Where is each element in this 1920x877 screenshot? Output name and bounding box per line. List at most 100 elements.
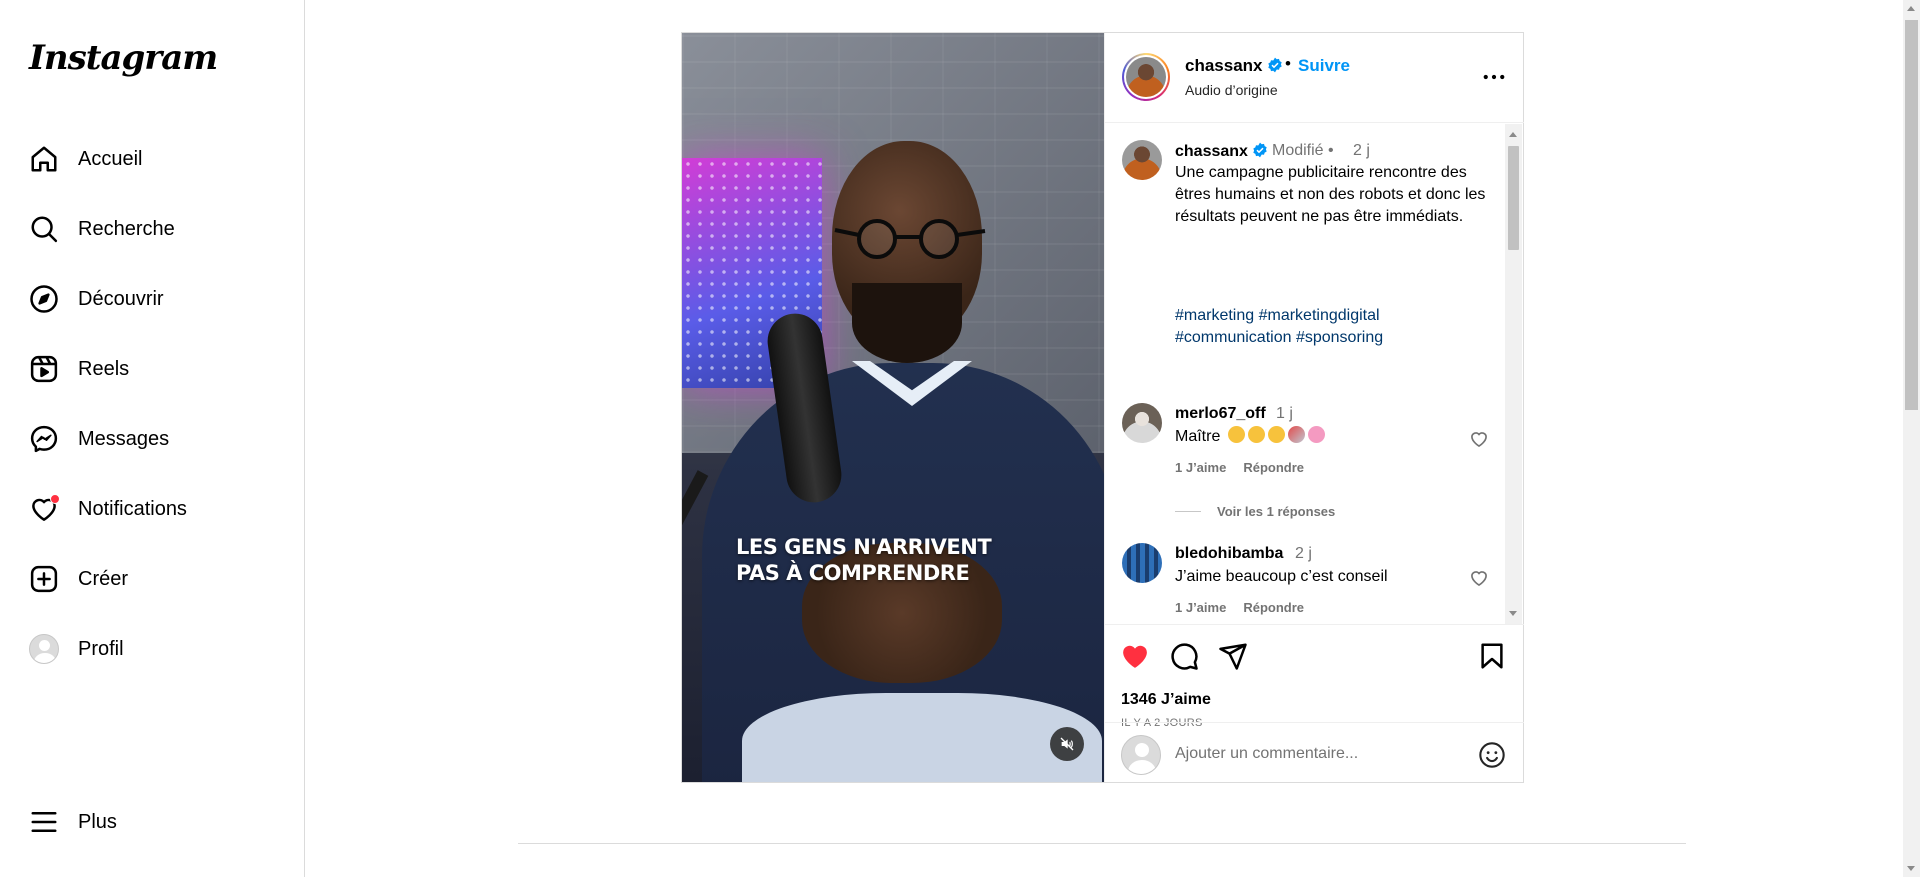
mute-button[interactable] (1050, 727, 1084, 761)
comment-time: 1 j (1276, 405, 1293, 422)
sidebar-item-label: Messages (78, 427, 170, 450)
audio-link[interactable]: Audio d’origine (1185, 82, 1278, 98)
caption-text: Une campagne publicitaire rencontre des … (1175, 164, 1486, 225)
author-username-line[interactable]: chassanx (1185, 56, 1283, 76)
sidebar-item-label: Découvrir (78, 287, 164, 310)
sidebar-item-label: Reels (78, 357, 130, 380)
author-story-ring[interactable] (1122, 53, 1170, 101)
sidebar-item-notifications[interactable]: Notifications (16, 481, 290, 537)
like-heart-filled-icon[interactable] (1120, 641, 1150, 671)
muted-speaker-icon (1060, 737, 1074, 751)
scrollbar-thumb[interactable] (1905, 20, 1918, 410)
video-caption-line: LES GENS N'ARRIVENT (736, 535, 992, 559)
comment-likes-count[interactable]: 1 J’aime (1175, 600, 1226, 615)
flexed-biceps-icon (1227, 426, 1245, 443)
comment-username[interactable]: bledohibamba (1175, 545, 1283, 563)
avatar[interactable] (1122, 140, 1162, 180)
rocket-icon (1287, 426, 1305, 443)
avatar[interactable] (1122, 403, 1162, 443)
share-send-icon[interactable] (1218, 641, 1248, 671)
emoji-smiley-icon[interactable] (1478, 741, 1506, 769)
comment-text-value: Maître (1175, 428, 1221, 445)
reply-button[interactable]: Répondre (1243, 460, 1304, 475)
caption-edited: Modifié • (1272, 142, 1334, 159)
header-separator: • (1285, 54, 1291, 73)
sidebar-item-label: Plus (78, 810, 117, 833)
sidebar-item-label: Recherche (78, 217, 175, 240)
view-replies-label: Voir les 1 réponses (1217, 504, 1336, 519)
avatar (29, 634, 59, 664)
sidebar-item-reels[interactable]: Reels (16, 341, 290, 397)
scroll-up-arrow-icon[interactable] (1509, 132, 1517, 137)
add-comment-bar (1105, 722, 1524, 782)
sidebar: Instagram Accueil Recherche Découvrir Re… (0, 0, 305, 877)
view-replies-button[interactable]: Voir les 1 réponses (1175, 504, 1335, 519)
video-person-legs (742, 693, 1102, 782)
comment-text: J’aime beaucoup c’est conseil (1175, 568, 1388, 585)
sidebar-item-profil[interactable]: Profil (16, 621, 290, 677)
comments-list[interactable]: chassanx Modifié • 2 j Une campagne publ… (1105, 124, 1524, 624)
section-divider (518, 843, 1686, 844)
flexed-biceps-icon (1267, 426, 1285, 443)
comment-like-heart-icon[interactable] (1469, 429, 1489, 449)
comment-bubble-icon[interactable] (1169, 641, 1199, 671)
sidebar-item-recherche[interactable]: Recherche (16, 201, 290, 257)
caption-hashtags[interactable]: #marketing #marketingdigital (1175, 305, 1380, 327)
add-comment-input[interactable] (1175, 737, 1465, 771)
menu-icon (29, 807, 59, 837)
bookmark-icon[interactable] (1477, 641, 1507, 671)
sidebar-item-label: Notifications (78, 497, 187, 520)
flexed-biceps-icon (1247, 426, 1265, 443)
sidebar-item-creer[interactable]: Créer (16, 551, 290, 607)
sidebar-item-label: Profil (78, 637, 124, 660)
caption-hashtags[interactable]: #communication #sponsoring (1175, 327, 1383, 349)
comment-actions: 1 J’aime Répondre (1175, 460, 1321, 475)
compass-icon (29, 284, 59, 314)
avatar-wrapper (29, 634, 59, 664)
messenger-icon (29, 424, 59, 454)
post-details-panel: chassanx • Suivre Audio d’origine chassa… (1104, 33, 1524, 782)
scroll-down-arrow-icon[interactable] (1509, 611, 1517, 616)
caption-time: 2 j (1353, 142, 1370, 159)
brain-icon (1307, 426, 1325, 443)
comment-likes-count[interactable]: 1 J’aime (1175, 460, 1226, 475)
reels-icon (29, 354, 59, 384)
scrollbar-thumb[interactable] (1508, 146, 1519, 250)
comment-username[interactable]: merlo67_off (1175, 405, 1266, 423)
sidebar-item-label: Accueil (78, 147, 143, 170)
home-icon (29, 144, 59, 174)
sidebar-item-plus[interactable]: Plus (16, 794, 290, 850)
heart-icon (29, 494, 60, 524)
post-video[interactable]: LES GENS N'ARRIVENT PAS À COMPRENDRE (682, 33, 1104, 782)
story-ring-inner (1124, 55, 1168, 99)
page-scrollbar[interactable] (1903, 0, 1920, 877)
sidebar-item-accueil[interactable]: Accueil (16, 131, 290, 187)
video-person-glasses (834, 219, 986, 259)
reply-button[interactable]: Répondre (1243, 600, 1304, 615)
caption-username[interactable]: chassanx (1175, 143, 1248, 160)
avatar (1121, 735, 1161, 775)
more-horizontal-icon (1483, 74, 1505, 80)
post-header: chassanx • Suivre Audio d’origine (1105, 33, 1524, 123)
replies-line (1175, 511, 1201, 512)
comments-scrollbar[interactable] (1505, 124, 1522, 624)
instagram-logo[interactable]: Instagram (29, 38, 218, 78)
comment-like-heart-icon[interactable] (1469, 568, 1489, 588)
caption-username-line[interactable]: chassanx (1175, 142, 1268, 161)
author-username[interactable]: chassanx (1185, 56, 1263, 75)
follow-button[interactable]: Suivre (1298, 56, 1350, 76)
post-dialog: LES GENS N'ARRIVENT PAS À COMPRENDRE cha… (681, 32, 1524, 783)
video-caption-line: PAS À COMPRENDRE (736, 561, 970, 585)
comment-text: Maître (1175, 426, 1325, 448)
avatar (1126, 57, 1166, 97)
sidebar-item-label: Créer (78, 567, 129, 590)
more-options-button[interactable] (1480, 65, 1508, 89)
notification-dot (50, 494, 60, 504)
sidebar-item-messages[interactable]: Messages (16, 411, 290, 467)
scroll-up-arrow-icon[interactable] (1907, 6, 1915, 11)
scroll-down-arrow-icon[interactable] (1907, 866, 1915, 871)
verified-badge-icon (1267, 57, 1282, 73)
sidebar-item-decouvrir[interactable]: Découvrir (16, 271, 290, 327)
avatar[interactable] (1122, 543, 1162, 583)
likes-count[interactable]: 1346 J’aime (1121, 691, 1211, 709)
